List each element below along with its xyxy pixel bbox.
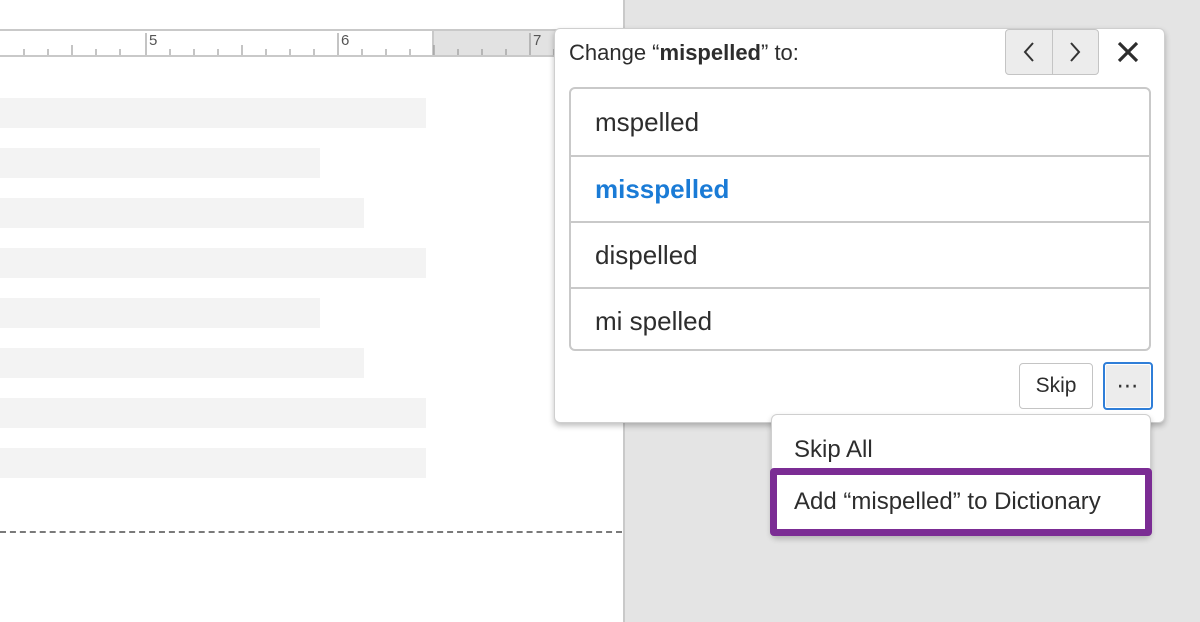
suggestion-list: mspelled misspelled dispelled mi spelled bbox=[569, 87, 1151, 351]
menu-item-add-to-dictionary[interactable]: Add “mispelled” to Dictionary bbox=[770, 468, 1152, 536]
chevron-left-icon bbox=[1023, 42, 1034, 62]
suggestion-item[interactable]: dispelled bbox=[571, 221, 1149, 287]
text-line-placeholder bbox=[0, 98, 426, 128]
close-button[interactable] bbox=[1111, 35, 1145, 69]
skip-button[interactable]: Skip bbox=[1019, 363, 1093, 409]
more-icon: ⋯ bbox=[1116, 373, 1140, 398]
more-options-button[interactable]: ⋯ bbox=[1103, 362, 1153, 410]
text-line-placeholder bbox=[0, 298, 320, 328]
text-line-placeholder bbox=[0, 248, 426, 278]
text-line-placeholder bbox=[0, 448, 426, 478]
text-line-placeholder bbox=[0, 348, 364, 378]
misspelled-word: mispelled bbox=[659, 40, 761, 65]
spellcheck-title: Change “mispelled” to: bbox=[569, 40, 799, 65]
suggestion-item[interactable]: mspelled bbox=[571, 89, 1149, 155]
ruler-label-6: 6 bbox=[341, 32, 350, 49]
page-break-line bbox=[0, 531, 622, 533]
text-line-placeholder bbox=[0, 148, 320, 178]
previous-button[interactable] bbox=[1006, 30, 1052, 74]
next-button[interactable] bbox=[1051, 30, 1099, 74]
suggestion-nav-group bbox=[1005, 29, 1099, 75]
suggestion-item-selected[interactable]: misspelled bbox=[571, 155, 1149, 221]
ruler-label-7: 7 bbox=[533, 32, 542, 49]
suggestion-item[interactable]: mi spelled bbox=[571, 287, 1149, 349]
document-page[interactable]: 5 6 7 bbox=[0, 0, 622, 622]
ruler-label-5: 5 bbox=[149, 32, 158, 49]
more-options-menu: Skip All Add “mispelled” to Dictionary bbox=[770, 414, 1152, 536]
ruler-ticks bbox=[23, 33, 555, 55]
close-icon bbox=[1117, 41, 1139, 63]
spellcheck-popup: Change “mispelled” to: mspelled misspell… bbox=[554, 28, 1165, 423]
chevron-right-icon bbox=[1070, 42, 1081, 62]
menu-item-skip-all[interactable]: Skip All bbox=[772, 427, 1150, 473]
text-line-placeholder bbox=[0, 198, 364, 228]
horizontal-ruler[interactable]: 5 6 7 bbox=[0, 29, 580, 57]
text-line-placeholder bbox=[0, 398, 426, 428]
